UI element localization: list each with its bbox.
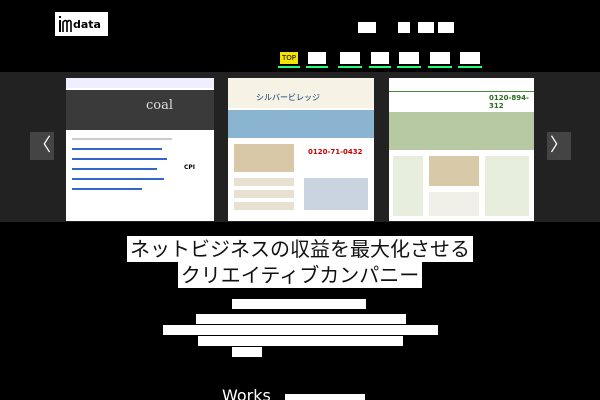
nav-item-5[interactable] [397, 50, 421, 68]
nav-top[interactable]: TOP [278, 50, 300, 68]
description-line-4 [198, 336, 403, 346]
slide-green[interactable]: 0120-894-312 [389, 78, 534, 221]
slide-cpi[interactable]: coal CPI [66, 78, 214, 221]
slide-silver-hero [228, 110, 374, 138]
slide-green-box [485, 156, 529, 216]
chevron-left-icon: 〈 [33, 135, 51, 156]
slider-next-button[interactable]: 〉 [547, 132, 571, 160]
slide-silver-row [234, 178, 294, 186]
slide-cpi-link [72, 178, 164, 180]
utility-link-3[interactable] [418, 22, 434, 33]
tagline-line-1: ネットビジネスの収益を最大化させる [127, 236, 473, 262]
slide-cpi-link [72, 158, 167, 160]
slide-cpi-hero-word: coal [146, 98, 174, 113]
description-line-3 [163, 325, 438, 335]
slide-green-phone: 0120-894-312 [489, 94, 529, 110]
nav-item-7[interactable] [458, 50, 482, 68]
nav-item-3[interactable] [338, 50, 362, 68]
works-slider: coal CPI シルバービレッジ 0120-71-0432 0120-894-… [0, 72, 600, 222]
slide-silver-phone: 0120-71-0432 [308, 148, 363, 156]
slide-silver-building [304, 178, 368, 210]
slide-green-text [429, 192, 479, 216]
nav-item-4[interactable] [369, 50, 391, 68]
slide-cpi-line [72, 138, 172, 140]
nav-item-6[interactable] [428, 50, 452, 68]
slide-cpi-link [72, 188, 142, 190]
slide-green-sidebar [393, 156, 423, 216]
slide-silver-photo [234, 144, 294, 172]
slide-cpi-link [72, 148, 162, 150]
nav-item-2-label [308, 52, 326, 64]
nav-top-label: TOP [280, 52, 298, 64]
logo-text: data [73, 18, 101, 31]
description-line-1 [232, 299, 366, 309]
utility-link-4[interactable] [438, 22, 454, 33]
tagline-line-2-wrap: クリエイティブカンパニー [0, 262, 600, 288]
slide-cpi-header [66, 78, 214, 88]
nav-item-4-label [371, 52, 389, 64]
site-header: data TOP [0, 0, 600, 80]
nav-item-6-label [430, 52, 450, 64]
works-subheading [285, 394, 365, 400]
utility-link-1[interactable] [358, 22, 376, 33]
nav-item-3-label [340, 52, 360, 64]
slide-silver-banner: シルバービレッジ [228, 78, 374, 108]
slide-silver-row [234, 202, 294, 210]
works-heading: Works [222, 386, 271, 400]
logo-mark-icon [59, 16, 72, 32]
slide-cpi-hero: coal [66, 90, 214, 130]
utility-link-2[interactable] [398, 22, 410, 33]
site-logo[interactable]: data [55, 12, 108, 36]
slide-cpi-link [72, 168, 157, 170]
nav-item-5-label [399, 52, 419, 64]
chevron-right-icon: 〉 [550, 135, 568, 156]
slide-silver-village[interactable]: シルバービレッジ 0120-71-0432 [228, 78, 374, 221]
slide-green-photo [429, 156, 479, 186]
slide-silver-row [234, 190, 294, 198]
description-line-2 [196, 314, 406, 324]
slide-silver-title: シルバービレッジ [256, 93, 320, 102]
description-line-5 [232, 347, 262, 357]
slide-green-hero [389, 112, 534, 150]
nav-item-2[interactable] [306, 50, 328, 68]
slider-prev-button[interactable]: 〈 [30, 132, 54, 160]
slide-green-header [389, 78, 534, 92]
tagline-line-1-wrap: ネットビジネスの収益を最大化させる [0, 236, 600, 262]
nav-item-7-label [460, 52, 480, 64]
tagline-line-2: クリエイティブカンパニー [177, 262, 423, 288]
slide-cpi-brand: CPI [184, 164, 196, 171]
